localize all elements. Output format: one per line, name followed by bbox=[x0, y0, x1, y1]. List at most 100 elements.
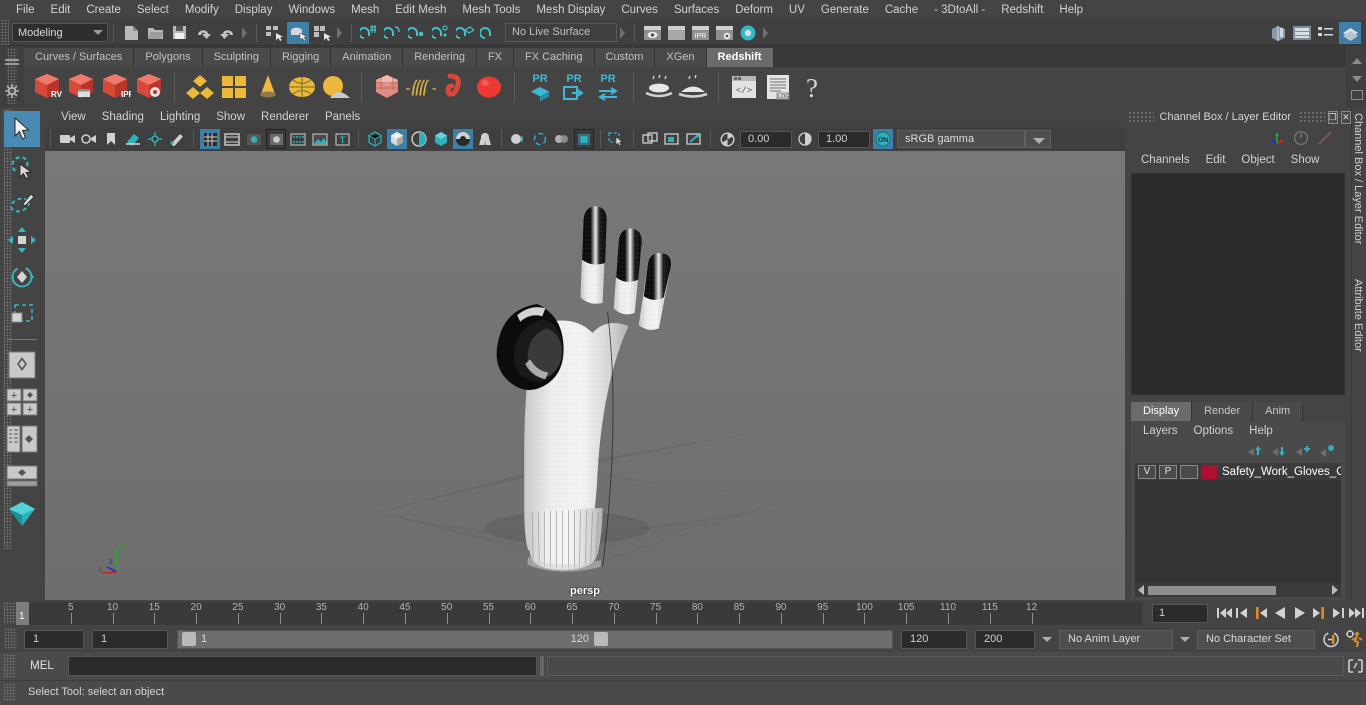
xray-joints-icon[interactable] bbox=[662, 129, 682, 149]
scrollbar-thumb[interactable] bbox=[1148, 585, 1276, 595]
paint-select-tool-button[interactable] bbox=[4, 185, 40, 221]
move-layer-down-icon[interactable] bbox=[1268, 440, 1290, 462]
hypershade-button[interactable] bbox=[737, 22, 759, 44]
exposure-display-icon[interactable] bbox=[288, 129, 308, 149]
shelf-scroll-down-icon[interactable] bbox=[1352, 76, 1362, 82]
viewport-menu-lighting[interactable]: Lighting bbox=[152, 107, 208, 127]
snap-to-grid-button[interactable] bbox=[358, 22, 380, 44]
render-sequence-button[interactable] bbox=[665, 22, 687, 44]
exposure-field[interactable]: 0.00 bbox=[740, 130, 792, 148]
shelf-script-editor-icon[interactable]: </> bbox=[727, 69, 761, 105]
time-slider-grip[interactable] bbox=[3, 602, 16, 624]
layout-four-view-button[interactable]: + + + bbox=[4, 384, 40, 420]
toggle-channel-box-button[interactable] bbox=[1291, 22, 1313, 44]
shelf-cone-proxy-icon[interactable] bbox=[251, 69, 285, 105]
layer-name-label[interactable]: Safety_Work_Gloves_C bbox=[1222, 466, 1341, 478]
shelf-redshift-settings-icon[interactable] bbox=[132, 69, 166, 105]
redo-button[interactable] bbox=[216, 22, 238, 44]
menu-redshift[interactable]: Redshift bbox=[993, 0, 1051, 20]
step-forward-frame-button[interactable] bbox=[1309, 603, 1328, 623]
viewport-menu-view[interactable]: View bbox=[53, 107, 94, 127]
menu-surfaces[interactable]: Surfaces bbox=[666, 0, 727, 20]
shelf-bake-lightmap-icon[interactable] bbox=[676, 69, 710, 105]
shelf-redshift-rv-icon[interactable]: RV bbox=[30, 69, 64, 105]
move-tool-button[interactable] bbox=[4, 222, 40, 258]
shelf-curve-tool-icon[interactable] bbox=[438, 69, 472, 105]
toggle-grid-icon[interactable] bbox=[200, 129, 220, 149]
render-settings-button[interactable] bbox=[713, 22, 735, 44]
character-set-selector[interactable]: No Character Set bbox=[1197, 629, 1315, 649]
lasso-select-tool-button[interactable] bbox=[4, 148, 40, 184]
select-tool-button[interactable] bbox=[4, 111, 40, 147]
step-back-frame-button[interactable] bbox=[1252, 603, 1271, 623]
shadows-icon[interactable] bbox=[453, 129, 473, 149]
create-layer-from-selected-icon[interactable] bbox=[1316, 440, 1338, 462]
speed-gauge-icon[interactable] bbox=[1290, 127, 1312, 149]
toolbar-collapse-handle[interactable] bbox=[336, 24, 344, 42]
layer-menu-help[interactable]: Help bbox=[1241, 425, 1281, 437]
gamma-icon[interactable] bbox=[795, 129, 815, 149]
shelf-pr-proxy-icon[interactable]: PR bbox=[523, 69, 557, 105]
select-by-hierarchy-button[interactable] bbox=[263, 22, 285, 44]
create-empty-layer-icon[interactable] bbox=[1292, 440, 1314, 462]
menu-mesh-tools[interactable]: Mesh Tools bbox=[454, 0, 528, 20]
statusline-grip[interactable] bbox=[0, 20, 9, 45]
layout-persp-single-button[interactable] bbox=[4, 458, 40, 494]
layer-list-horizontal-scrollbar[interactable] bbox=[1135, 583, 1341, 597]
menu-windows[interactable]: Windows bbox=[280, 0, 343, 20]
menu-file[interactable]: File bbox=[8, 0, 43, 20]
command-input-field[interactable] bbox=[68, 656, 538, 676]
menu-help[interactable]: Help bbox=[1051, 0, 1091, 20]
toggle-text-display-icon[interactable]: T bbox=[332, 129, 352, 149]
shelf-help-icon[interactable]: ? bbox=[795, 69, 829, 105]
channelbox-menu-show[interactable]: Show bbox=[1283, 154, 1328, 166]
character-set-dropdown-icon[interactable] bbox=[1180, 636, 1190, 642]
shelf-tab-animation[interactable]: Animation bbox=[331, 48, 404, 67]
layer-menu-options[interactable]: Options bbox=[1186, 425, 1242, 437]
shelf-hair-strands-icon[interactable] bbox=[404, 69, 438, 105]
range-start-handle[interactable] bbox=[182, 632, 196, 646]
menu-select[interactable]: Select bbox=[129, 0, 177, 20]
table-row[interactable]: V P Safety_Work_Gloves_C bbox=[1135, 463, 1341, 480]
scale-tool-button[interactable] bbox=[4, 296, 40, 332]
range-slider-grip[interactable] bbox=[4, 628, 17, 650]
layer-shading-toggle[interactable] bbox=[1180, 464, 1198, 479]
layout-hypershade-button[interactable] bbox=[4, 496, 40, 532]
live-surface-field[interactable]: No Live Surface bbox=[505, 23, 617, 42]
depth-of-field-icon[interactable] bbox=[552, 129, 572, 149]
ipr-render-button[interactable]: IPR bbox=[689, 22, 711, 44]
two-d-pan-zoom-icon[interactable] bbox=[145, 129, 165, 149]
save-scene-button[interactable] bbox=[168, 22, 190, 44]
image-plane-icon[interactable] bbox=[123, 129, 143, 149]
shelf-pr-export-icon[interactable]: PR bbox=[557, 69, 591, 105]
shelf-volume-cube-icon[interactable] bbox=[370, 69, 404, 105]
snap-to-projected-center-button[interactable] bbox=[430, 22, 452, 44]
panel-drag-grip-right[interactable] bbox=[1298, 111, 1325, 123]
shelf-tab-xgen[interactable]: XGen bbox=[655, 48, 707, 67]
shelf-tab-menu-button[interactable] bbox=[5, 59, 19, 67]
render-current-frame-button[interactable] bbox=[641, 22, 663, 44]
shelf-scroll-controls[interactable] bbox=[1346, 46, 1366, 107]
auto-keyframe-toggle-button[interactable] bbox=[1320, 629, 1342, 649]
range-end-handle[interactable] bbox=[594, 632, 608, 646]
go-to-start-button[interactable] bbox=[1214, 603, 1233, 623]
viewport-menu-renderer[interactable]: Renderer bbox=[253, 107, 317, 127]
toggle-tool-settings-button[interactable] bbox=[1339, 21, 1361, 44]
xray-icon[interactable] bbox=[640, 129, 660, 149]
grease-pencil-icon[interactable] bbox=[167, 129, 187, 149]
shelf-scroll-up-icon[interactable] bbox=[1352, 58, 1362, 64]
snap-to-view-planes-button[interactable] bbox=[454, 22, 476, 44]
image-plane-display-icon[interactable] bbox=[310, 129, 330, 149]
menu-curves[interactable]: Curves bbox=[613, 0, 665, 20]
shelf-dome-light-icon[interactable] bbox=[319, 69, 353, 105]
animation-preferences-button[interactable] bbox=[1342, 629, 1366, 649]
side-tab-attribute-editor[interactable]: Attribute Editor bbox=[1352, 279, 1364, 352]
layer-menu-layers[interactable]: Layers bbox=[1135, 425, 1186, 437]
channelbox-menu-channels[interactable]: Channels bbox=[1133, 154, 1198, 166]
channelbox-menu-edit[interactable]: Edit bbox=[1198, 154, 1234, 166]
command-line-splitter[interactable] bbox=[540, 656, 545, 676]
panel-undock-button[interactable]: ❐ bbox=[1327, 110, 1338, 124]
bookmark-icon[interactable] bbox=[101, 129, 121, 149]
shelf-settings-gear-icon[interactable] bbox=[5, 84, 19, 103]
shelf-tab-fx-caching[interactable]: FX Caching bbox=[514, 48, 595, 67]
